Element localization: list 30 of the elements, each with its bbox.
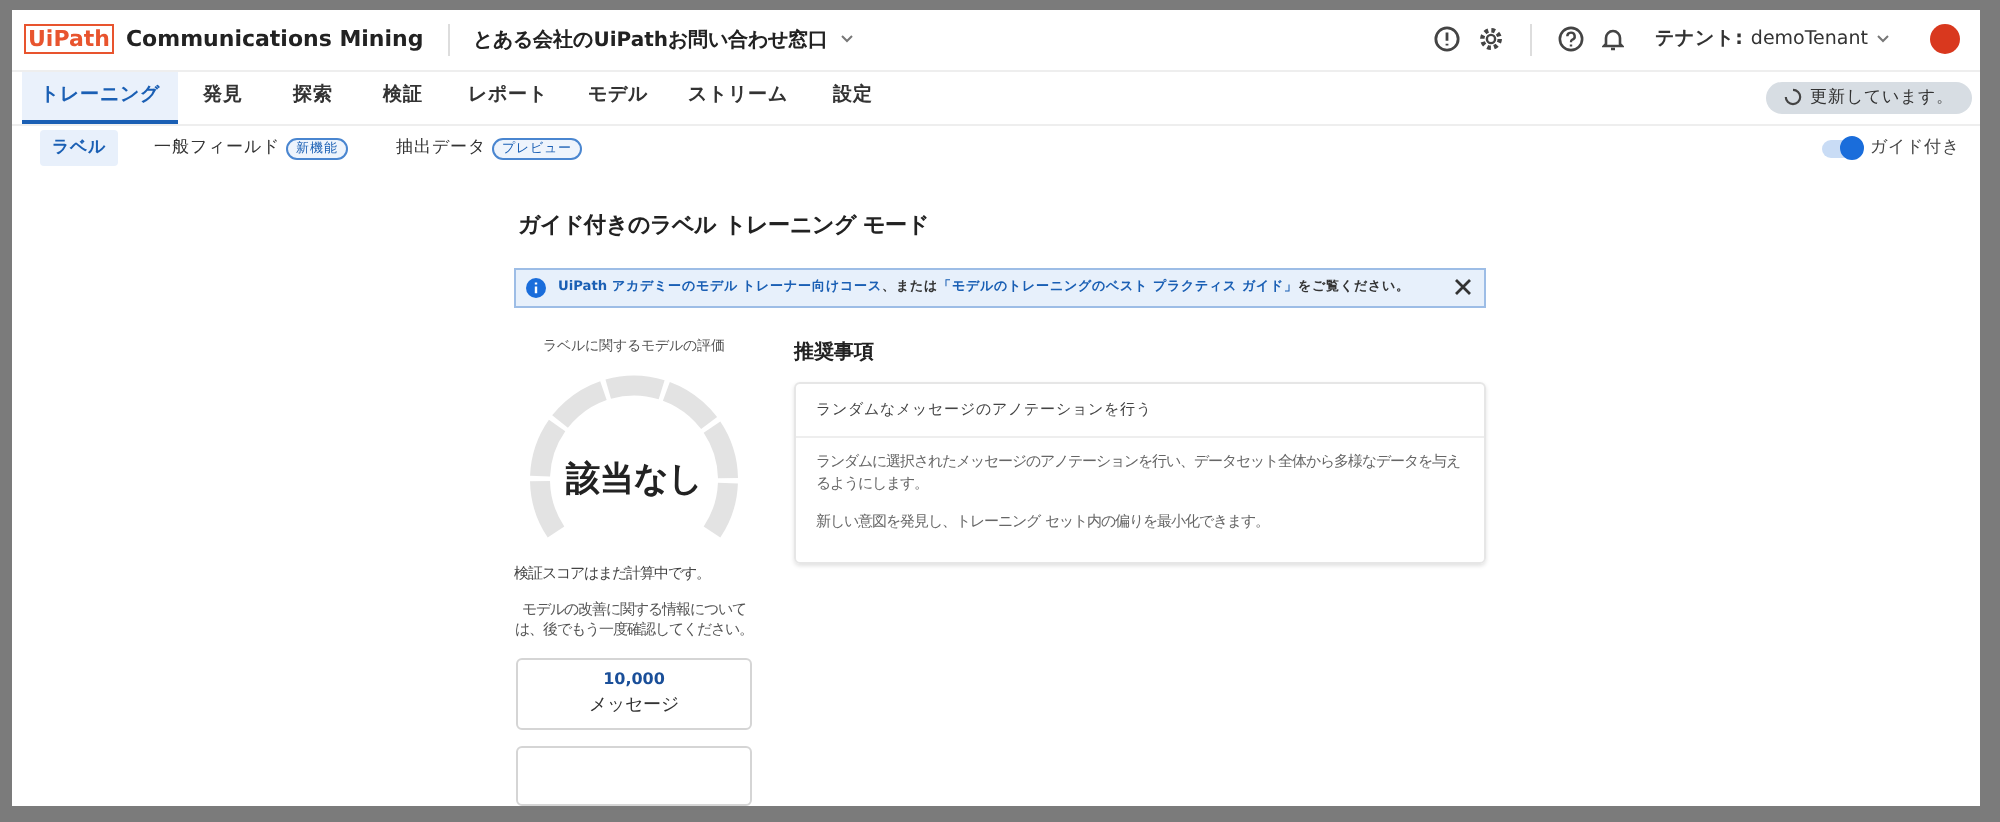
chevron-down-icon	[1876, 34, 1890, 45]
nav-tab[interactable]: ストリーム	[668, 71, 808, 124]
settings-icon[interactable]	[1477, 26, 1504, 53]
nav-tab[interactable]: 発見	[178, 71, 268, 124]
spinner-icon	[1784, 88, 1802, 107]
sub-tab[interactable]: ラベル	[40, 130, 118, 167]
nav-tab[interactable]: 設定	[808, 71, 898, 124]
nav-tab[interactable]: レポート	[448, 71, 568, 124]
nav-tab[interactable]: 検証	[358, 71, 448, 124]
help-icon[interactable]	[1557, 26, 1584, 53]
user-avatar[interactable]	[1930, 24, 1960, 55]
logo: UiPath	[24, 24, 114, 55]
stat-card: 10,000 メッセージ	[516, 658, 752, 730]
nav-tab[interactable]: 探索	[268, 71, 358, 124]
info-icon	[526, 277, 546, 298]
status-pill: 更新しています。	[1766, 81, 1972, 114]
dataset-dropdown[interactable]: とある会社のUiPathお問い合わせ窓口	[473, 25, 854, 54]
nav-tab[interactable]: モデル	[568, 71, 668, 124]
guided-toggle[interactable]: ガイド付き	[1822, 136, 1960, 161]
product-name: Communications Mining	[125, 26, 424, 53]
close-button[interactable]	[1454, 278, 1472, 297]
notification-bell-icon[interactable]	[1601, 26, 1624, 53]
page-title: ガイド付きのラベル トレーニング モード	[518, 209, 930, 240]
gauge-value: 該当なし	[566, 457, 702, 502]
section-heading: 推奨事項	[794, 339, 874, 366]
nav-tab[interactable]: トレーニング	[22, 71, 178, 124]
chevron-down-icon	[840, 34, 854, 45]
tenant-dropdown[interactable]: テナント: demoTenant	[1643, 24, 1902, 55]
close-icon	[1454, 278, 1472, 297]
alert-icon[interactable]	[1433, 26, 1460, 53]
